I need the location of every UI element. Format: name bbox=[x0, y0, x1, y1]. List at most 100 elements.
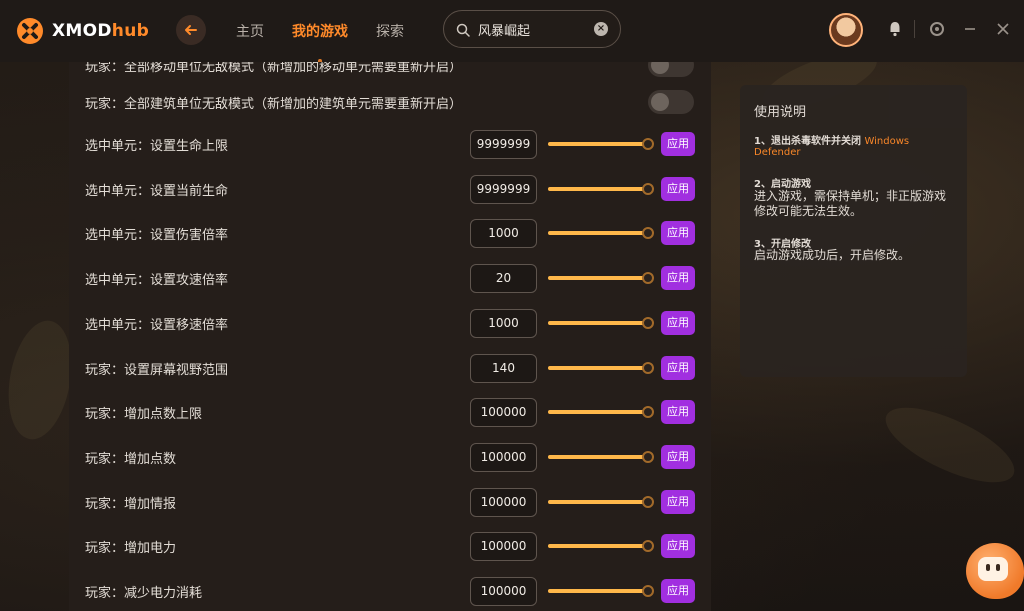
apply-button[interactable]: 应用 bbox=[661, 490, 695, 514]
slider-thumb[interactable] bbox=[642, 406, 654, 418]
close-icon[interactable] bbox=[994, 20, 1012, 38]
step-1-highlight: Defender bbox=[754, 147, 801, 158]
value-slider[interactable] bbox=[548, 137, 654, 151]
notification-bell-icon[interactable] bbox=[886, 20, 904, 38]
app-logo[interactable]: XMODhub bbox=[16, 17, 149, 45]
option-toggle[interactable] bbox=[648, 90, 694, 114]
value-slider[interactable] bbox=[548, 539, 654, 553]
value-slider[interactable] bbox=[548, 450, 654, 464]
apply-button[interactable]: 应用 bbox=[661, 266, 695, 290]
slider-thumb[interactable] bbox=[642, 138, 654, 150]
value-input[interactable]: 100000 bbox=[470, 531, 537, 561]
value-slider[interactable] bbox=[548, 182, 654, 196]
value-slider[interactable] bbox=[548, 584, 654, 598]
value-input[interactable]: 100000 bbox=[470, 397, 537, 427]
slider-track bbox=[548, 187, 648, 191]
minimize-icon[interactable] bbox=[961, 20, 979, 38]
value-slider[interactable] bbox=[548, 361, 654, 375]
avatar[interactable] bbox=[829, 13, 863, 47]
step-2-body: 进入游戏，需保持单机；非正版游戏修改可能无法生效。 bbox=[754, 189, 947, 218]
step-2-heading: 2、启动游戏 bbox=[754, 179, 811, 190]
assistant-mascot-icon[interactable] bbox=[966, 543, 1024, 599]
apply-button[interactable]: 应用 bbox=[661, 400, 695, 424]
search-input[interactable] bbox=[478, 21, 588, 37]
option-row: 玩家：增加点数 100000 应用 bbox=[69, 435, 711, 479]
option-label: 玩家：全部建筑单位无敌模式（新增加的建筑单元需要重新开启） bbox=[85, 96, 463, 112]
option-row: 选中单元：设置攻速倍率 20 应用 bbox=[69, 256, 711, 300]
instructions-card: 使用说明 1、退出杀毒软件并关闭 Windows Defender 2、启动游戏… bbox=[740, 85, 967, 377]
nav-my-games[interactable]: 我的游戏 bbox=[292, 21, 348, 41]
option-label: 玩家：全部移动单位无敌模式（新增加的移动单元需要重新开启） bbox=[85, 62, 463, 75]
arrow-left-icon bbox=[185, 25, 197, 35]
nav-explore[interactable]: 探索 bbox=[376, 21, 404, 41]
back-button[interactable] bbox=[176, 15, 206, 45]
option-row: 玩家：增加点数上限 100000 应用 bbox=[69, 390, 711, 434]
apply-button[interactable]: 应用 bbox=[661, 534, 695, 558]
option-row: 选中单元：设置移速倍率 1000 应用 bbox=[69, 301, 711, 345]
apply-button[interactable]: 应用 bbox=[661, 221, 695, 245]
mascot-eye bbox=[996, 564, 1000, 571]
value-input[interactable]: 9999999 bbox=[470, 174, 537, 204]
nav-home[interactable]: 主页 bbox=[236, 21, 264, 41]
option-label: 玩家：设置屏幕视野范围 bbox=[85, 362, 229, 378]
apply-button[interactable]: 应用 bbox=[661, 356, 695, 380]
slider-track bbox=[548, 544, 648, 548]
slider-thumb[interactable] bbox=[642, 362, 654, 374]
mascot-eye bbox=[986, 564, 990, 571]
slider-thumb[interactable] bbox=[642, 585, 654, 597]
clear-search-icon[interactable]: × bbox=[594, 22, 608, 36]
search-box: × bbox=[443, 10, 621, 48]
value-slider[interactable] bbox=[548, 495, 654, 509]
value-slider[interactable] bbox=[548, 316, 654, 330]
slider-thumb[interactable] bbox=[642, 183, 654, 195]
option-toggle[interactable] bbox=[648, 62, 694, 77]
slider-thumb[interactable] bbox=[642, 451, 654, 463]
value-slider[interactable] bbox=[548, 271, 654, 285]
slider-track bbox=[548, 410, 648, 414]
option-label: 选中单元：设置移速倍率 bbox=[85, 317, 229, 333]
slider-track bbox=[548, 321, 648, 325]
slider-thumb[interactable] bbox=[642, 317, 654, 329]
option-label: 玩家：减少电力消耗 bbox=[85, 585, 203, 601]
value-input[interactable]: 140 bbox=[470, 353, 537, 383]
divider bbox=[914, 20, 915, 38]
slider-track bbox=[548, 231, 648, 235]
value-input[interactable]: 100000 bbox=[470, 576, 537, 606]
option-row: 玩家：减少电力消耗 100000 应用 bbox=[69, 569, 711, 611]
slider-thumb[interactable] bbox=[642, 227, 654, 239]
option-row: 选中单元：设置生命上限 9999999 应用 bbox=[69, 122, 711, 166]
slider-track bbox=[548, 500, 648, 504]
background-leaf bbox=[875, 392, 1024, 498]
step-1-heading: 1、退出杀毒软件并关闭 Windows bbox=[754, 136, 910, 147]
value-input[interactable]: 20 bbox=[470, 263, 537, 293]
value-slider[interactable] bbox=[548, 226, 654, 240]
slider-thumb[interactable] bbox=[642, 272, 654, 284]
option-label: 玩家：增加电力 bbox=[85, 540, 177, 556]
value-input[interactable]: 9999999 bbox=[470, 129, 537, 159]
slider-track bbox=[548, 589, 648, 593]
value-input[interactable]: 100000 bbox=[470, 487, 537, 517]
option-row: 玩家：增加情报 100000 应用 bbox=[69, 480, 711, 524]
slider-thumb[interactable] bbox=[642, 496, 654, 508]
value-input[interactable]: 1000 bbox=[470, 218, 537, 248]
slider-thumb[interactable] bbox=[642, 540, 654, 552]
apply-button[interactable]: 应用 bbox=[661, 445, 695, 469]
apply-button[interactable]: 应用 bbox=[661, 311, 695, 335]
apply-button[interactable]: 应用 bbox=[661, 177, 695, 201]
apply-button[interactable]: 应用 bbox=[661, 579, 695, 603]
apply-button[interactable]: 应用 bbox=[661, 132, 695, 156]
cheat-options-panel: 玩家：全部移动单位无敌模式（新增加的移动单元需要重新开启） 玩家：全部建筑单位无… bbox=[69, 62, 711, 611]
value-slider[interactable] bbox=[548, 405, 654, 419]
toggle-knob bbox=[651, 62, 669, 74]
value-input[interactable]: 1000 bbox=[470, 308, 537, 338]
option-row: 选中单元：设置伤害倍率 1000 应用 bbox=[69, 211, 711, 255]
logo-text: XMODhub bbox=[52, 21, 150, 41]
option-label: 选中单元：设置当前生命 bbox=[85, 183, 229, 199]
settings-gear-icon[interactable] bbox=[928, 20, 946, 38]
option-label: 选中单元：设置伤害倍率 bbox=[85, 227, 229, 243]
option-label: 玩家：增加点数上限 bbox=[85, 406, 203, 422]
xmod-logo-icon bbox=[16, 17, 44, 45]
value-input[interactable]: 100000 bbox=[470, 442, 537, 472]
option-row: 玩家：设置屏幕视野范围 140 应用 bbox=[69, 346, 711, 390]
option-row: 玩家：全部建筑单位无敌模式（新增加的建筑单元需要重新开启） bbox=[69, 80, 711, 124]
